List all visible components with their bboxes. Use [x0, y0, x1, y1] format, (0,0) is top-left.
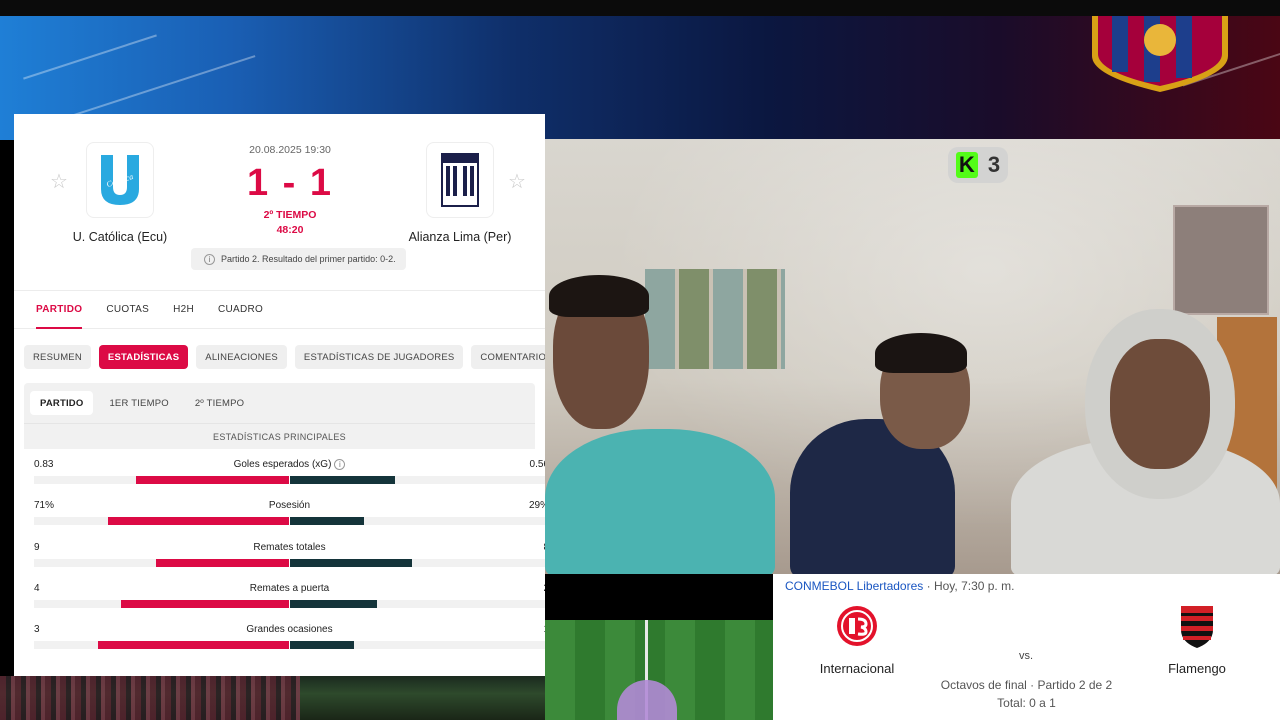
field-cam: [545, 620, 773, 720]
stat-label: Remates a puerta: [249, 582, 330, 594]
wall-poster: [1173, 205, 1269, 315]
match-phase: 2º TIEMPO: [263, 209, 317, 221]
stat-row: 9 Remates totales 8: [34, 532, 545, 573]
stat-home-value: 0.83: [34, 459, 54, 470]
stat-bar-away: [290, 517, 364, 526]
stat-row: 3 Grandes ocasiones 1: [34, 614, 545, 655]
stat-bar: [34, 599, 545, 608]
home-team-name: U. Católica (Ecu): [72, 230, 168, 244]
home-team-logo: Católica: [86, 142, 154, 218]
person-left: [545, 429, 775, 574]
stat-bar: [34, 517, 545, 526]
tab-estadisticas-jugadores[interactable]: ESTADÍSTICAS DE JUGADORES: [294, 345, 464, 369]
sub-tabs: RESUMEN ESTADÍSTICAS ALINEACIONES ESTADÍ…: [14, 329, 545, 369]
tab-estadisticas[interactable]: ESTADÍSTICAS: [98, 345, 189, 369]
tab-cuotas[interactable]: CUOTAS: [94, 291, 161, 328]
card-home-team-name: Internacional: [819, 661, 895, 676]
stat-bar-away: [290, 476, 395, 484]
stat-away-value: 8: [543, 542, 545, 553]
aggregate-info-text: Partido 2. Resultado del primer partido:…: [221, 254, 396, 264]
tab-resumen[interactable]: RESUMEN: [24, 345, 91, 369]
tab-alineaciones[interactable]: ALINEACIONES: [196, 345, 287, 369]
away-team-logo: [426, 142, 494, 218]
card-away-team-name: Flamengo: [1168, 661, 1226, 676]
aggregate-total: Total: 0 a 1: [997, 696, 1056, 710]
stat-home-value: 4: [34, 582, 40, 594]
stat-bar-home: [156, 558, 289, 567]
stat-row: 4 Remates a puerta 2: [34, 573, 545, 614]
match-minute: 48:20: [276, 224, 304, 236]
favorite-star-icon[interactable]: ☆: [508, 169, 526, 194]
home-team[interactable]: Católica U. Católica (Ecu): [40, 142, 200, 244]
card-home-team[interactable]: Internacional: [787, 604, 927, 676]
main-tabs: PARTIDO CUOTAS H2H CUADRO: [14, 291, 545, 329]
stat-bar-away: [290, 641, 354, 650]
away-team-name: Alianza Lima (Per): [408, 230, 512, 244]
stat-away-value: 29%: [528, 500, 545, 512]
stream-layout: K 3 ☆ Católica U. Católica (Ecu) 20.08.2…: [0, 0, 1280, 720]
stat-label: Posesión: [268, 500, 311, 512]
tab-cuadro[interactable]: CUADRO: [206, 291, 275, 328]
kick-icon: K: [955, 152, 978, 178]
stats-list: 0.83 Goles esperados (xG)i 0.56 71% Pose…: [14, 449, 545, 655]
aggregate-info: i Partido 2. Resultado del primer partid…: [191, 248, 406, 270]
stat-home-value: 71%: [34, 500, 55, 512]
webcam-feed: [545, 139, 1280, 574]
stat-row: 0.83 Goles esperados (xG)i 0.56: [34, 449, 545, 490]
stat-away-value: 2: [543, 583, 545, 594]
stat-away-value: 1: [543, 624, 545, 635]
stat-bar: [34, 476, 545, 484]
stat-home-value: 9: [34, 541, 40, 553]
viewer-count: 3: [987, 152, 1001, 177]
flamengo-crest-icon: [1181, 606, 1213, 648]
u-catolica-logo-icon: Católica: [101, 155, 139, 205]
period-partido[interactable]: PARTIDO: [30, 391, 94, 415]
info-icon: i: [204, 253, 215, 265]
alianza-lima-logo-icon: [441, 153, 479, 207]
tab-h2h[interactable]: H2H: [161, 291, 206, 328]
stat-away-value: 0.56: [529, 459, 545, 470]
upcoming-match-card[interactable]: CONMEBOL Libertadores · Hoy, 7:30 p. m. …: [773, 574, 1280, 720]
stat-bar-home: [98, 641, 289, 650]
stat-home-value: 3: [34, 624, 40, 636]
match-stats-panel: ☆ Católica U. Católica (Ecu) 20.08.2025 …: [14, 114, 545, 676]
tab-comentarios[interactable]: COMENTARIOS: [471, 345, 545, 369]
internacional-crest-icon: [837, 606, 877, 646]
vs-label: vs.: [1019, 650, 1034, 662]
stat-label: Goles esperados (xG) i: [134, 459, 445, 470]
stat-bar: [34, 641, 545, 650]
stat-bar-away: [290, 558, 412, 567]
stat-bar-away: [290, 599, 377, 608]
round-info: Octavos de final · Partido 2 de 2: [940, 678, 1113, 692]
stat-bar: [34, 558, 545, 567]
team-crest-icon: [1092, 16, 1228, 92]
stat-bar-home: [121, 599, 289, 608]
wall-photos: [645, 269, 785, 369]
stat-bar-home: [108, 517, 289, 526]
stat-label: Remates totales: [253, 541, 326, 553]
card-header: CONMEBOL Libertadores · Hoy, 7:30 p. m.: [785, 579, 1014, 593]
stat-label: Grandes ocasiones: [246, 624, 333, 636]
competition-link[interactable]: CONMEBOL Libertadores: [785, 579, 923, 593]
section-title: ESTADÍSTICAS PRINCIPALES: [24, 423, 535, 449]
viewer-count-badge: K 3: [948, 147, 1008, 183]
card-away-team[interactable]: Flamengo: [1127, 604, 1267, 676]
period-1er-tiempo[interactable]: 1ER TIEMPO: [99, 391, 178, 415]
period-2do-tiempo[interactable]: 2º TIEMPO: [185, 391, 254, 415]
score-block: 20.08.2025 19:30 1 - 1 2º TIEMPO 48:20: [190, 144, 390, 236]
match-header: ☆ Católica U. Católica (Ecu) 20.08.2025 …: [14, 114, 545, 291]
top-border: [0, 0, 1280, 16]
period-selector: PARTIDO 1ER TIEMPO 2º TIEMPO: [24, 383, 535, 423]
info-icon[interactable]: i: [334, 459, 346, 470]
stat-row: 71% Posesión 29%: [34, 490, 545, 531]
match-datetime: 20.08.2025 19:30: [249, 144, 331, 156]
match-score: 1 - 1: [246, 162, 334, 204]
stat-bar-home: [136, 476, 289, 484]
tab-partido[interactable]: PARTIDO: [24, 291, 94, 329]
match-time: · Hoy, 7:30 p. m.: [923, 579, 1015, 593]
